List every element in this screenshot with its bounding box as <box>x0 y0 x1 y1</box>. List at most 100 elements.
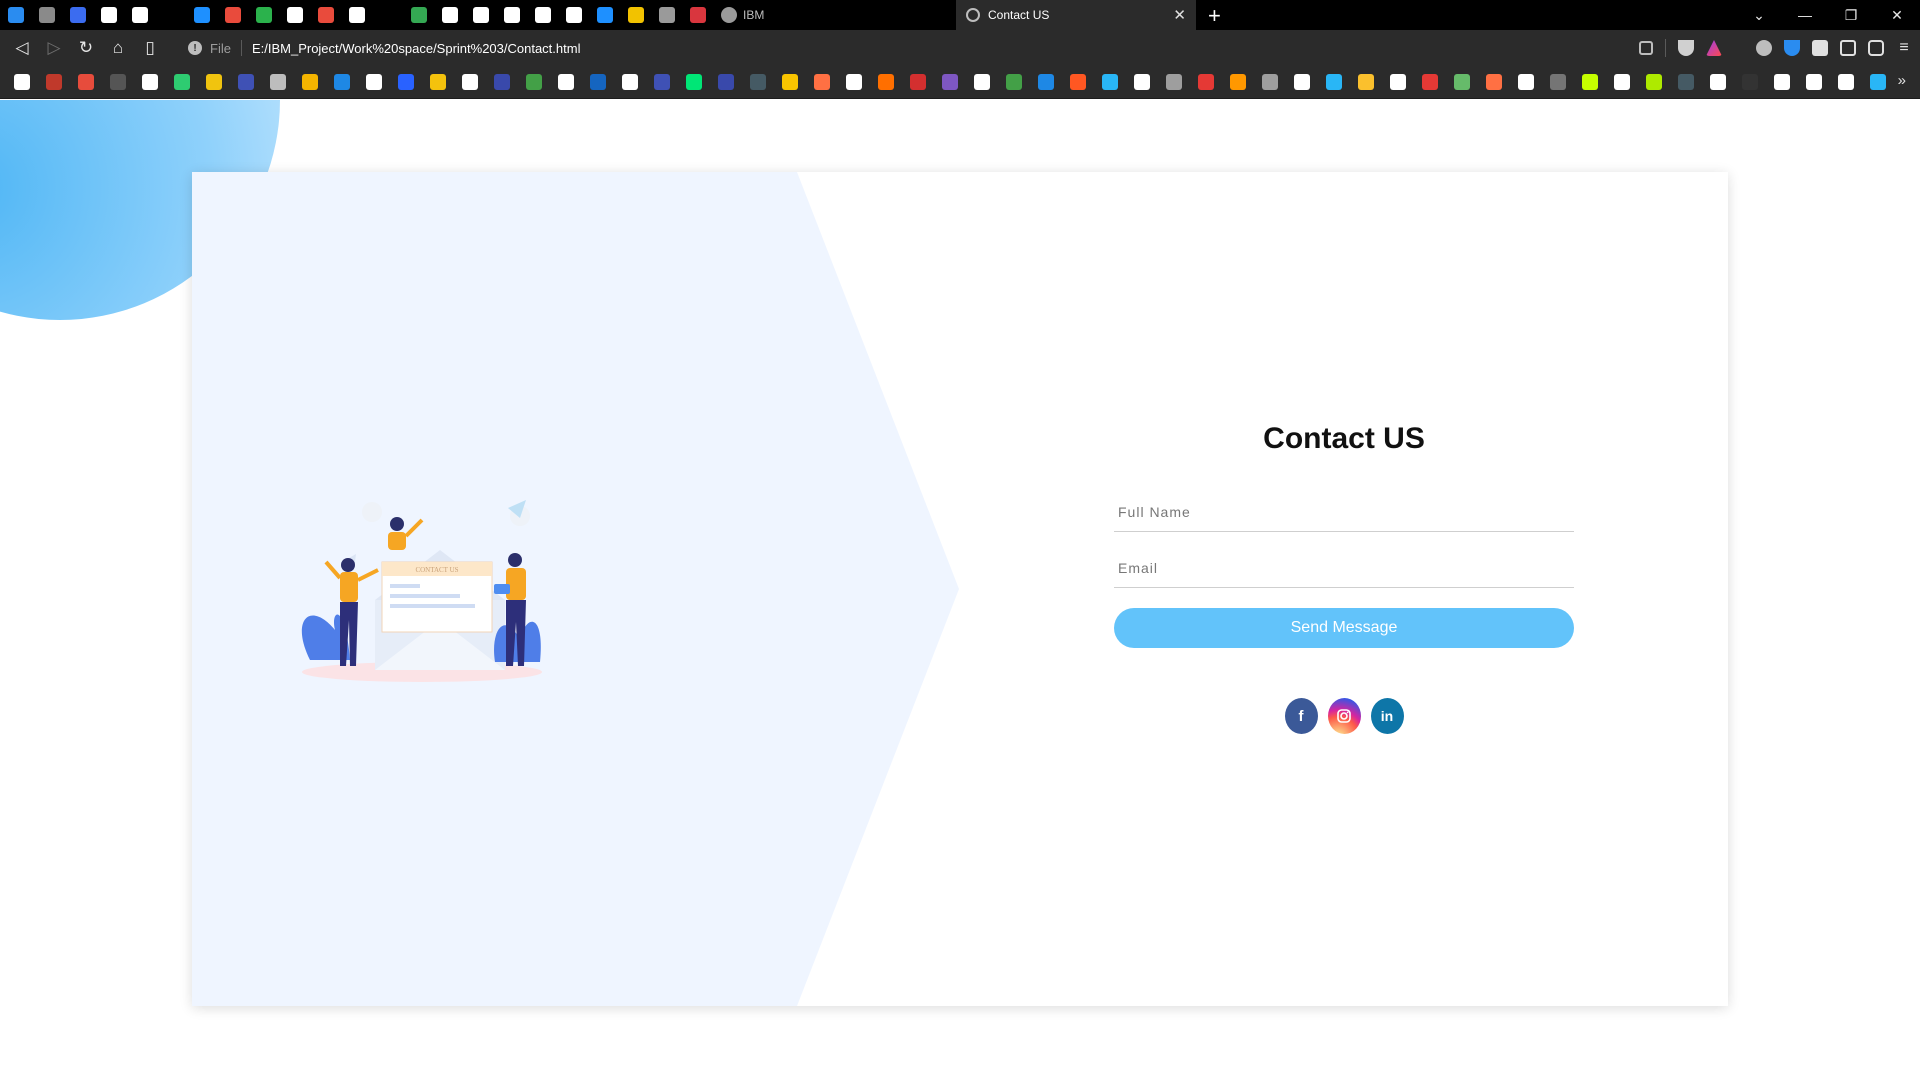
wallet-icon[interactable] <box>1868 40 1884 56</box>
bookmark-favicon-icon[interactable] <box>526 74 542 90</box>
pinned-tab[interactable] <box>310 0 341 30</box>
bookmark-favicon-icon[interactable] <box>1582 74 1598 90</box>
restore-icon[interactable]: ❐ <box>1828 7 1874 24</box>
bookmark-favicon-icon[interactable] <box>1838 74 1854 90</box>
url-input[interactable]: E:/IBM_Project/Work%20space/Sprint%203/C… <box>252 41 581 56</box>
bookmark-favicon-icon[interactable] <box>1358 74 1374 90</box>
pinned-tab[interactable] <box>620 0 651 30</box>
bookmark-favicon-icon[interactable] <box>942 74 958 90</box>
send-message-button[interactable]: Send Message <box>1114 608 1574 648</box>
bulb-extension-icon[interactable] <box>1756 40 1772 56</box>
bookmark-favicon-icon[interactable] <box>1614 74 1630 90</box>
bookmark-favicon-icon[interactable] <box>270 74 286 90</box>
bookmark-favicon-icon[interactable] <box>1646 74 1662 90</box>
pinned-tab[interactable] <box>682 0 713 30</box>
bookmark-favicon-icon[interactable] <box>494 74 510 90</box>
bookmark-favicon-icon[interactable] <box>1518 74 1534 90</box>
bookmark-favicon-icon[interactable] <box>462 74 478 90</box>
bookmark-favicon-icon[interactable] <box>910 74 926 90</box>
bookmark-favicon-icon[interactable] <box>814 74 830 90</box>
bookmark-favicon-icon[interactable] <box>1262 74 1278 90</box>
bookmark-favicon-icon[interactable] <box>206 74 222 90</box>
tab-ibm[interactable]: IBM <box>713 0 943 30</box>
bookmark-favicon-icon[interactable] <box>654 74 670 90</box>
bookmark-favicon-icon[interactable] <box>782 74 798 90</box>
bookmark-favicon-icon[interactable] <box>1806 74 1822 90</box>
pinned-tab[interactable] <box>0 0 31 30</box>
pinned-tab[interactable] <box>124 0 155 30</box>
pinned-tab[interactable] <box>93 0 124 30</box>
pinned-tab[interactable] <box>341 0 372 30</box>
bookmark-favicon-icon[interactable] <box>974 74 990 90</box>
facebook-icon[interactable]: f <box>1284 698 1318 734</box>
bookmark-favicon-icon[interactable] <box>1742 74 1758 90</box>
bookmark-favicon-icon[interactable] <box>878 74 894 90</box>
pinned-tab[interactable] <box>403 0 434 30</box>
bookmark-favicon-icon[interactable] <box>238 74 254 90</box>
bookmark-favicon-icon[interactable] <box>1774 74 1790 90</box>
bookmark-favicon-icon[interactable] <box>142 74 158 90</box>
bookmark-favicon-icon[interactable] <box>174 74 190 90</box>
bookmark-favicon-icon[interactable] <box>110 74 126 90</box>
email-field[interactable] <box>1114 548 1574 588</box>
pinned-tab[interactable] <box>279 0 310 30</box>
bookmark-favicon-icon[interactable] <box>1486 74 1502 90</box>
double-chevron-right-icon[interactable]: » <box>1898 72 1906 89</box>
bookmark-favicon-icon[interactable] <box>750 74 766 90</box>
bookmark-favicon-icon[interactable] <box>1230 74 1246 90</box>
minimize-icon[interactable]: — <box>1782 7 1828 23</box>
bookmark-favicon-icon[interactable] <box>302 74 318 90</box>
pinned-tab[interactable] <box>155 0 186 30</box>
bookmark-favicon-icon[interactable] <box>846 74 862 90</box>
bookmark-favicon-icon[interactable] <box>398 74 414 90</box>
forward-icon[interactable]: ▷ <box>38 30 70 66</box>
puzzle-extensions-icon[interactable] <box>1812 40 1828 56</box>
pinned-tab[interactable] <box>186 0 217 30</box>
chevron-down-icon[interactable]: ⌄ <box>1736 7 1782 24</box>
full-name-field[interactable] <box>1114 492 1574 532</box>
bookmark-favicon-icon[interactable] <box>622 74 638 90</box>
bookmark-favicon-icon[interactable] <box>1454 74 1470 90</box>
bookmark-favicon-icon[interactable] <box>1294 74 1310 90</box>
new-tab-button[interactable]: + <box>1208 3 1221 29</box>
tab-contact-us[interactable]: Contact US ✕ <box>956 0 1196 30</box>
bookmark-favicon-icon[interactable] <box>46 74 62 90</box>
bookmark-favicon-icon[interactable] <box>14 74 30 90</box>
bookmark-favicon-icon[interactable] <box>366 74 382 90</box>
bookmark-favicon-icon[interactable] <box>1166 74 1182 90</box>
close-icon[interactable]: ✕ <box>1874 7 1920 24</box>
bookmark-favicon-icon[interactable] <box>1326 74 1342 90</box>
pinned-tab[interactable] <box>465 0 496 30</box>
site-info-icon[interactable]: ! <box>188 41 202 55</box>
share-icon[interactable] <box>1639 41 1653 55</box>
instagram-icon[interactable] <box>1327 698 1361 734</box>
bookmark-favicon-icon[interactable] <box>1134 74 1150 90</box>
brave-shield-icon[interactable] <box>1678 40 1694 56</box>
bookmark-favicon-icon[interactable] <box>1870 74 1886 90</box>
bookmark-favicon-icon[interactable] <box>1710 74 1726 90</box>
shield-extension-icon[interactable] <box>1784 40 1800 56</box>
bookmark-favicon-icon[interactable] <box>1038 74 1054 90</box>
pinned-tab[interactable] <box>558 0 589 30</box>
pinned-tab[interactable] <box>496 0 527 30</box>
bookmark-favicon-icon[interactable] <box>1390 74 1406 90</box>
bookmark-favicon-icon[interactable] <box>686 74 702 90</box>
brave-rewards-icon[interactable] <box>1706 40 1722 56</box>
pinned-tab[interactable] <box>372 0 403 30</box>
linkedin-icon[interactable]: in <box>1370 698 1404 734</box>
bookmark-favicon-icon[interactable] <box>590 74 606 90</box>
pinned-tab[interactable] <box>434 0 465 30</box>
reload-icon[interactable]: ↻ <box>70 30 102 66</box>
bookmark-favicon-icon[interactable] <box>1198 74 1214 90</box>
bookmark-favicon-icon[interactable] <box>430 74 446 90</box>
pinned-tab[interactable] <box>217 0 248 30</box>
pinned-tab[interactable] <box>527 0 558 30</box>
bookmark-favicon-icon[interactable] <box>718 74 734 90</box>
back-icon[interactable]: ◁ <box>6 30 38 66</box>
sidebar-icon[interactable] <box>1840 40 1856 56</box>
close-tab-icon[interactable]: ✕ <box>1173 6 1186 24</box>
pinned-tab[interactable] <box>31 0 62 30</box>
bookmark-favicon-icon[interactable] <box>334 74 350 90</box>
bookmark-favicon-icon[interactable] <box>78 74 94 90</box>
bookmark-favicon-icon[interactable] <box>558 74 574 90</box>
